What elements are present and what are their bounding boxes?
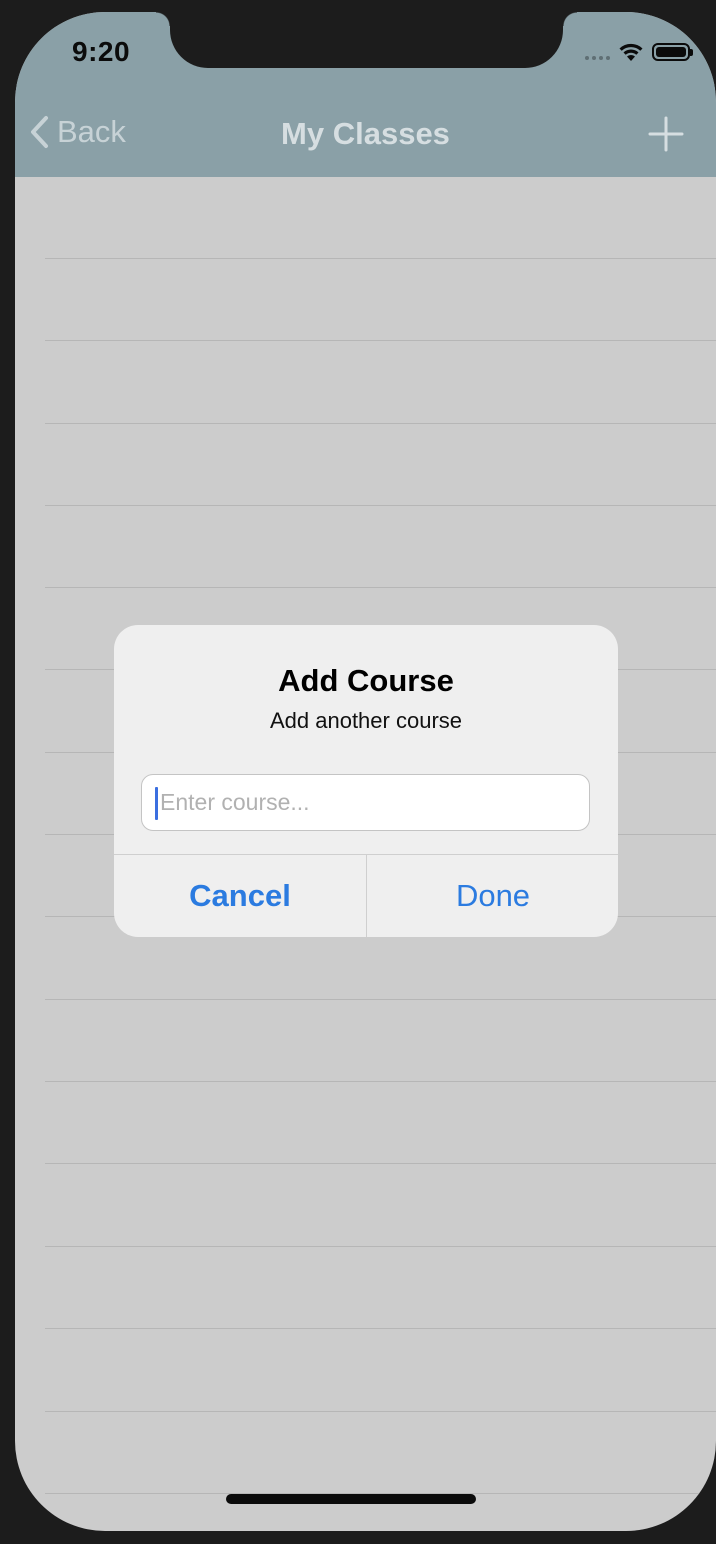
phone-screen: 9:20 Back My Classes Add Course Add anot… (15, 12, 716, 1531)
row-separator (45, 1411, 716, 1412)
add-button[interactable] (648, 116, 684, 152)
row-separator (45, 340, 716, 341)
add-course-dialog: Add Course Add another course Cancel Don… (114, 625, 618, 937)
cellular-signal-icon (585, 56, 610, 60)
battery-icon (652, 43, 693, 61)
row-separator (45, 1246, 716, 1247)
row-separator (45, 1163, 716, 1164)
plus-icon (648, 116, 684, 152)
home-indicator[interactable] (226, 1494, 476, 1504)
course-input[interactable] (141, 774, 590, 831)
row-separator (45, 423, 716, 424)
status-time: 9:20 (72, 36, 131, 67)
device-notch (156, 12, 577, 68)
row-separator (45, 999, 716, 1000)
row-separator (45, 1328, 716, 1329)
row-separator (45, 258, 716, 259)
row-separator (45, 1081, 716, 1082)
text-cursor (155, 787, 158, 820)
wifi-icon (619, 43, 643, 61)
row-separator (45, 587, 716, 588)
dialog-title: Add Course (278, 663, 454, 698)
page-title: My Classes (281, 116, 450, 151)
done-button[interactable]: Done (367, 855, 618, 937)
cancel-button[interactable]: Cancel (114, 855, 366, 937)
status-indicators (585, 42, 693, 62)
dialog-message: Add another course (269, 708, 463, 733)
row-separator (45, 505, 716, 506)
